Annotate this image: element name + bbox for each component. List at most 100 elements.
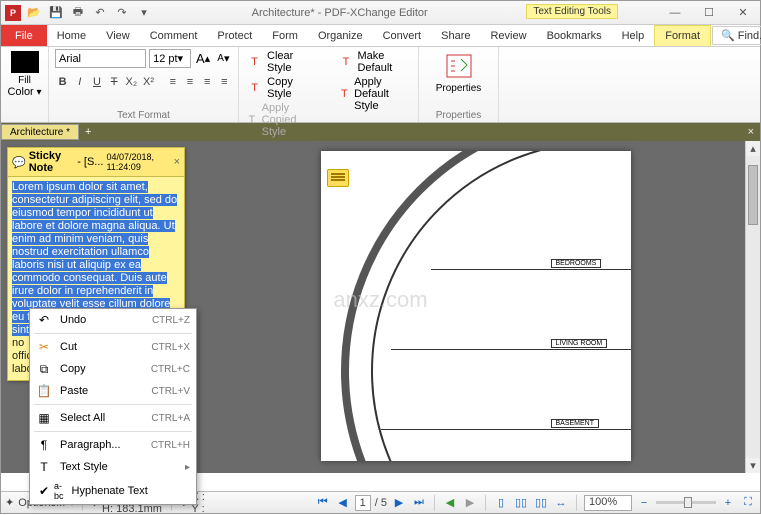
print-icon[interactable]: 🖶 <box>69 4 87 22</box>
bold-icon[interactable]: B <box>55 72 70 91</box>
make-default-button[interactable]: TMake Default <box>338 49 413 75</box>
ctx-undo[interactable]: ↶UndoCTRL+Z <box>30 309 196 331</box>
chevron-right-icon: ▸ <box>185 462 190 473</box>
zoom-input[interactable]: 100% <box>584 495 632 511</box>
zoom-out-icon[interactable]: − <box>636 495 652 511</box>
redo-icon[interactable]: ↷ <box>113 4 131 22</box>
window-controls: — ☐ ✕ <box>658 2 760 24</box>
share-tab[interactable]: Share <box>431 25 480 46</box>
convert-tab[interactable]: Convert <box>373 25 432 46</box>
copy-icon: ⧉ <box>36 361 52 377</box>
zoom-in-icon[interactable]: + <box>720 495 736 511</box>
align-left-icon[interactable]: ≡ <box>165 72 180 91</box>
find-button[interactable]: 🔍Find... <box>712 26 761 45</box>
subscript-icon[interactable]: X₂ <box>124 72 139 91</box>
ctx-hyphenate[interactable]: ✔a-bcHyphenate Text <box>30 478 196 504</box>
properties-group-label: Properties <box>436 109 482 122</box>
nav-back-icon[interactable]: ◀ <box>442 495 458 511</box>
view-tab[interactable]: View <box>96 25 140 46</box>
hyphen-icon: a-bc <box>54 481 64 501</box>
contextual-tab-label: Text Editing Tools <box>526 4 618 19</box>
comment-tab[interactable]: Comment <box>140 25 208 46</box>
apply-copied-icon: T <box>247 112 257 128</box>
grow-font-icon[interactable]: A▴ <box>194 49 211 68</box>
text-format-group-label: Text Format <box>55 109 232 122</box>
options-icon[interactable]: ✦ <box>5 496 14 509</box>
font-size-input[interactable]: 12 pt ▾ <box>149 49 191 68</box>
text-format-group: Arial 12 pt ▾ A▴ A▾ B I U T X₂ X² ≡ ≡ ≡ … <box>49 47 239 122</box>
apply-default-icon: T <box>340 86 350 102</box>
align-right-icon[interactable]: ≡ <box>200 72 215 91</box>
underline-icon[interactable]: U <box>89 72 104 91</box>
living-room-label: LIVING ROOM <box>551 339 608 348</box>
vertical-scrollbar[interactable]: ▴ ▾ <box>745 141 760 473</box>
clear-style-button[interactable]: TClear Style <box>245 49 320 75</box>
sticky-close-icon[interactable]: × <box>174 156 180 168</box>
continuous-icon[interactable]: ▯▯ <box>513 495 529 511</box>
styles-group: TClear Style TCopy Style TApply Copied S… <box>239 47 419 122</box>
quick-access-toolbar: 📂 💾 🖶 ↶ ↷ ▾ <box>25 4 153 22</box>
cut-icon: ✂ <box>36 339 52 355</box>
align-justify-icon[interactable]: ≡ <box>217 72 232 91</box>
shrink-font-icon[interactable]: A▾ <box>215 49 232 68</box>
fit-width-icon[interactable]: ↔ <box>553 495 569 511</box>
zoom-slider[interactable] <box>656 501 716 504</box>
fill-color-group: Fill Color ▾ <box>1 47 49 122</box>
close-icon[interactable]: ✕ <box>726 2 760 24</box>
font-name-input[interactable]: Arial <box>55 49 146 68</box>
single-page-icon[interactable]: ▯ <box>493 495 509 511</box>
fullscreen-icon[interactable]: ⛶ <box>740 495 756 511</box>
properties-label[interactable]: Properties <box>436 83 482 94</box>
form-tab[interactable]: Form <box>262 25 308 46</box>
floor-line <box>381 429 631 430</box>
page-sticky-note-icon[interactable] <box>327 169 349 187</box>
strike-icon[interactable]: T <box>107 72 122 91</box>
file-tab[interactable]: File <box>1 25 47 46</box>
scroll-up-icon[interactable]: ▴ <box>746 141 760 156</box>
nav-fwd-icon[interactable]: ▶ <box>462 495 478 511</box>
help-tab[interactable]: Help <box>612 25 655 46</box>
protect-tab[interactable]: Protect <box>207 25 262 46</box>
two-page-icon[interactable]: ▯▯ <box>533 495 549 511</box>
sticky-note-header: 💬 Sticky Note - [S... 04/07/2018, 11:24:… <box>8 148 184 177</box>
document-tab[interactable]: Architecture * <box>1 124 79 140</box>
text-style-icon: T <box>36 459 52 475</box>
page-canvas[interactable]: BEDROOMS LIVING ROOM BASEMENT <box>191 141 760 473</box>
ctx-paragraph[interactable]: ¶Paragraph...CTRL+H <box>30 434 196 456</box>
basement-label: BASEMENT <box>551 419 600 428</box>
align-center-icon[interactable]: ≡ <box>182 72 197 91</box>
nav-first-icon[interactable]: ⏮ <box>315 495 331 511</box>
review-tab[interactable]: Review <box>480 25 536 46</box>
nav-next-icon[interactable]: ▶ <box>391 495 407 511</box>
copy-style-button[interactable]: TCopy Style <box>245 75 320 101</box>
superscript-icon[interactable]: X² <box>141 72 156 91</box>
scroll-thumb[interactable] <box>748 165 758 225</box>
clear-style-icon: T <box>247 54 262 70</box>
save-icon[interactable]: 💾 <box>47 4 65 22</box>
nav-prev-icon[interactable]: ◀ <box>335 495 351 511</box>
qat-more-icon[interactable]: ▾ <box>135 4 153 22</box>
ctx-paste[interactable]: 📋PasteCTRL+V <box>30 380 196 402</box>
scroll-down-icon[interactable]: ▾ <box>746 458 760 473</box>
tabstrip-close-icon[interactable]: × <box>742 126 760 138</box>
maximize-icon[interactable]: ☐ <box>692 2 726 24</box>
minimize-icon[interactable]: — <box>658 2 692 24</box>
format-tab[interactable]: Format <box>654 25 711 46</box>
ctx-select-all[interactable]: ▦Select AllCTRL+A <box>30 407 196 429</box>
home-tab[interactable]: Home <box>47 25 96 46</box>
ctx-cut[interactable]: ✂CutCTRL+X <box>30 336 196 358</box>
bookmarks-tab[interactable]: Bookmarks <box>537 25 612 46</box>
ctx-copy[interactable]: ⧉CopyCTRL+C <box>30 358 196 380</box>
ctx-text-style[interactable]: TText Style▸ <box>30 456 196 478</box>
new-tab-icon[interactable]: + <box>79 126 97 138</box>
zoom-slider-thumb[interactable] <box>684 497 692 508</box>
italic-icon[interactable]: I <box>72 72 87 91</box>
page-number-input[interactable]: 1 <box>355 495 371 511</box>
apply-copied-style-button[interactable]: TApply Copied Style <box>245 101 320 139</box>
apply-default-button[interactable]: TApply Default Style <box>338 75 413 113</box>
fill-color-swatch[interactable] <box>11 51 39 73</box>
undo-icon[interactable]: ↶ <box>91 4 109 22</box>
nav-last-icon[interactable]: ⏭ <box>411 495 427 511</box>
open-icon[interactable]: 📂 <box>25 4 43 22</box>
organize-tab[interactable]: Organize <box>308 25 373 46</box>
